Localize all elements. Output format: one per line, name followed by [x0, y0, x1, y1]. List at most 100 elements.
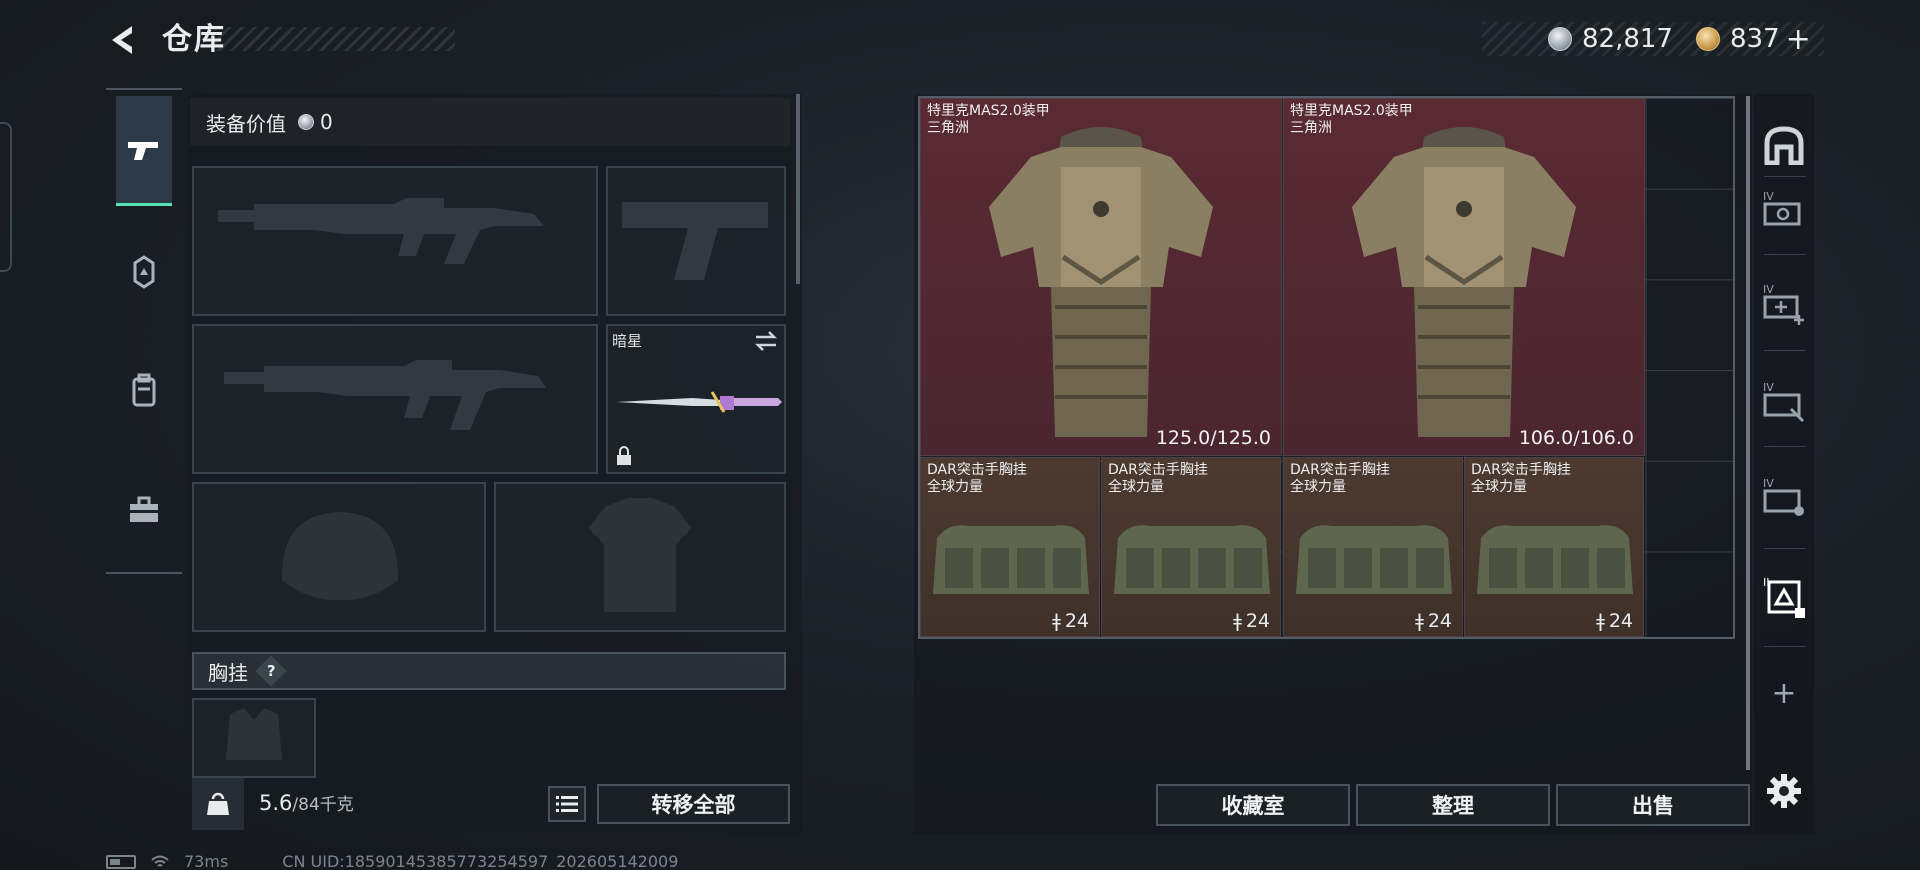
swap-icon[interactable]: [754, 330, 778, 352]
item-capacity: ǂ 24: [1052, 610, 1089, 632]
rail-divider: [106, 572, 182, 574]
gold-amount: 837: [1730, 24, 1780, 54]
item-durability: 106.0/106.0: [1518, 427, 1634, 449]
tab-backpack[interactable]: [116, 362, 172, 418]
case-search-icon: IV: [1763, 190, 1801, 226]
item-capacity: ǂ 24: [1233, 610, 1270, 632]
tab-armor-storage[interactable]: II: [1754, 570, 1814, 624]
warehouse-icon: [1764, 126, 1804, 165]
tab-storage-iv-1[interactable]: IV: [1754, 182, 1814, 236]
add-gold-icon[interactable]: +: [1786, 22, 1811, 57]
item-name: DAR突击手胸挂 全球力量: [927, 462, 1027, 495]
back-button[interactable]: [104, 20, 144, 60]
vest-silhouette-icon: [588, 498, 692, 612]
tab-weapons[interactable]: [116, 96, 172, 206]
kettlebell-icon: [207, 792, 229, 815]
svg-text:IV: IV: [1763, 477, 1774, 490]
item-name: DAR突击手胸挂 全球力量: [1471, 462, 1571, 495]
secondary-weapon-slot[interactable]: [192, 324, 598, 474]
capacity-icon: ǂ: [1052, 610, 1061, 632]
chest-rig-image: [1477, 525, 1633, 594]
uid-text: CN UID:18590145385773254597_202605142009: [282, 852, 679, 870]
rail-separator: [1764, 646, 1806, 647]
chest-rig-slot[interactable]: [192, 698, 316, 778]
silver-amount: 82,817: [1582, 24, 1673, 54]
transfer-all-button[interactable]: 转移全部: [597, 784, 790, 824]
armor-vest-image: [989, 127, 1213, 437]
rail-separator: [1764, 548, 1806, 549]
side-drawer-handle[interactable]: [0, 122, 12, 272]
rail-separator: [1764, 350, 1806, 351]
weight-indicator: [192, 778, 244, 830]
primary-weapon-slot[interactable]: [192, 166, 598, 316]
ammo-case-icon: IV: [1763, 477, 1804, 516]
armor-vest-image: [1352, 127, 1576, 437]
help-icon[interactable]: ?: [255, 655, 287, 687]
tab-armor[interactable]: [116, 244, 172, 300]
tab-supplies[interactable]: [116, 482, 172, 538]
storage-item-chest-rig[interactable]: DAR突击手胸挂 全球力量 ǂ 24: [920, 457, 1100, 637]
svg-text:IV: IV: [1763, 381, 1774, 394]
status-footer: 73ms CN UID:18590145385773254597_2026051…: [106, 852, 678, 870]
list-view-button[interactable]: [548, 786, 586, 822]
storage-item-chest-rig[interactable]: DAR突击手胸挂 全球力量 ǂ 24: [1464, 457, 1644, 637]
sort-button[interactable]: 整理: [1356, 784, 1550, 826]
storage-item-chest-rig[interactable]: DAR突击手胸挂 全球力量 ǂ 24: [1283, 457, 1463, 637]
storage-item-chest-rig[interactable]: DAR突击手胸挂 全球力量 ǂ 24: [1101, 457, 1281, 637]
gold-currency[interactable]: 837 +: [1696, 22, 1811, 57]
item-name: DAR突击手胸挂 全球力量: [1108, 462, 1208, 495]
melee-slot[interactable]: 暗星: [606, 324, 786, 474]
item-capacity: ǂ 24: [1596, 610, 1633, 632]
melee-slot-name: 暗星: [612, 332, 643, 350]
rail-separator: [1764, 176, 1806, 177]
silver-currency: 82,817: [1548, 22, 1673, 56]
tab-storage-iv-2[interactable]: IV: [1754, 276, 1814, 330]
silver-coin-icon: [1548, 27, 1572, 51]
tab-storage-iv-4[interactable]: IV: [1754, 470, 1814, 524]
rifle-silhouette-icon: [218, 198, 544, 264]
capacity-icon: ǂ: [1233, 610, 1242, 632]
tab-storage-iv-3[interactable]: IV: [1754, 374, 1814, 428]
item-name: DAR突击手胸挂 全球力量: [1290, 462, 1390, 495]
pistol-slot[interactable]: [606, 166, 786, 316]
storage-item-armor[interactable]: 特里克MAS2.0装甲 三角洲 106.0/106.0: [1283, 98, 1645, 456]
add-storage-button[interactable]: +: [1754, 666, 1814, 720]
storage-item-armor[interactable]: 特里克MAS2.0装甲 三角洲 125.0/125.0: [920, 98, 1282, 456]
storage-scrollbar[interactable]: [1746, 96, 1750, 770]
medkit-case-icon: IV: [1763, 283, 1804, 325]
settings-button[interactable]: [1754, 764, 1814, 818]
body-armor-slot[interactable]: [494, 482, 786, 632]
chest-rig-silhouette-icon: [226, 708, 282, 760]
silver-coin-icon: [298, 114, 314, 130]
backpack-icon: [132, 373, 156, 407]
list-icon: [556, 796, 578, 812]
gold-token-icon: [1696, 27, 1720, 51]
toolbox-icon: [130, 496, 158, 522]
loadout-scrollbar[interactable]: [796, 94, 800, 284]
tab-main-warehouse[interactable]: [1754, 118, 1814, 172]
knife-icon: [616, 391, 782, 413]
rail-divider: [106, 88, 182, 90]
collection-room-button[interactable]: 收藏室: [1156, 784, 1350, 826]
chest-rig-image: [1114, 525, 1270, 594]
helmet-silhouette-icon: [281, 512, 399, 601]
back-arrow-icon: [112, 26, 132, 54]
helmet-armor-icon: [133, 255, 155, 289]
weight-current: 5.6: [259, 791, 293, 815]
gear-icon: [1767, 774, 1801, 808]
item-durability: 125.0/125.0: [1155, 427, 1271, 449]
chest-rig-header: 胸挂 ?: [192, 652, 786, 690]
ping-text: 73ms: [184, 852, 229, 870]
equipment-value: 装备价值 0: [190, 98, 790, 146]
equip-value-amount: 0: [320, 110, 333, 134]
title-decoration: [215, 27, 455, 51]
rail-separator: [1764, 446, 1806, 447]
tool-case-icon: IV: [1763, 381, 1805, 423]
battery-icon: [106, 854, 136, 869]
lock-icon: [617, 446, 631, 465]
armor-case-icon: II: [1763, 576, 1805, 618]
helmet-slot[interactable]: [192, 482, 486, 632]
equip-value-label: 装备价值: [206, 111, 286, 136]
page-title: 仓库: [162, 22, 226, 57]
sell-button[interactable]: 出售: [1556, 784, 1750, 826]
